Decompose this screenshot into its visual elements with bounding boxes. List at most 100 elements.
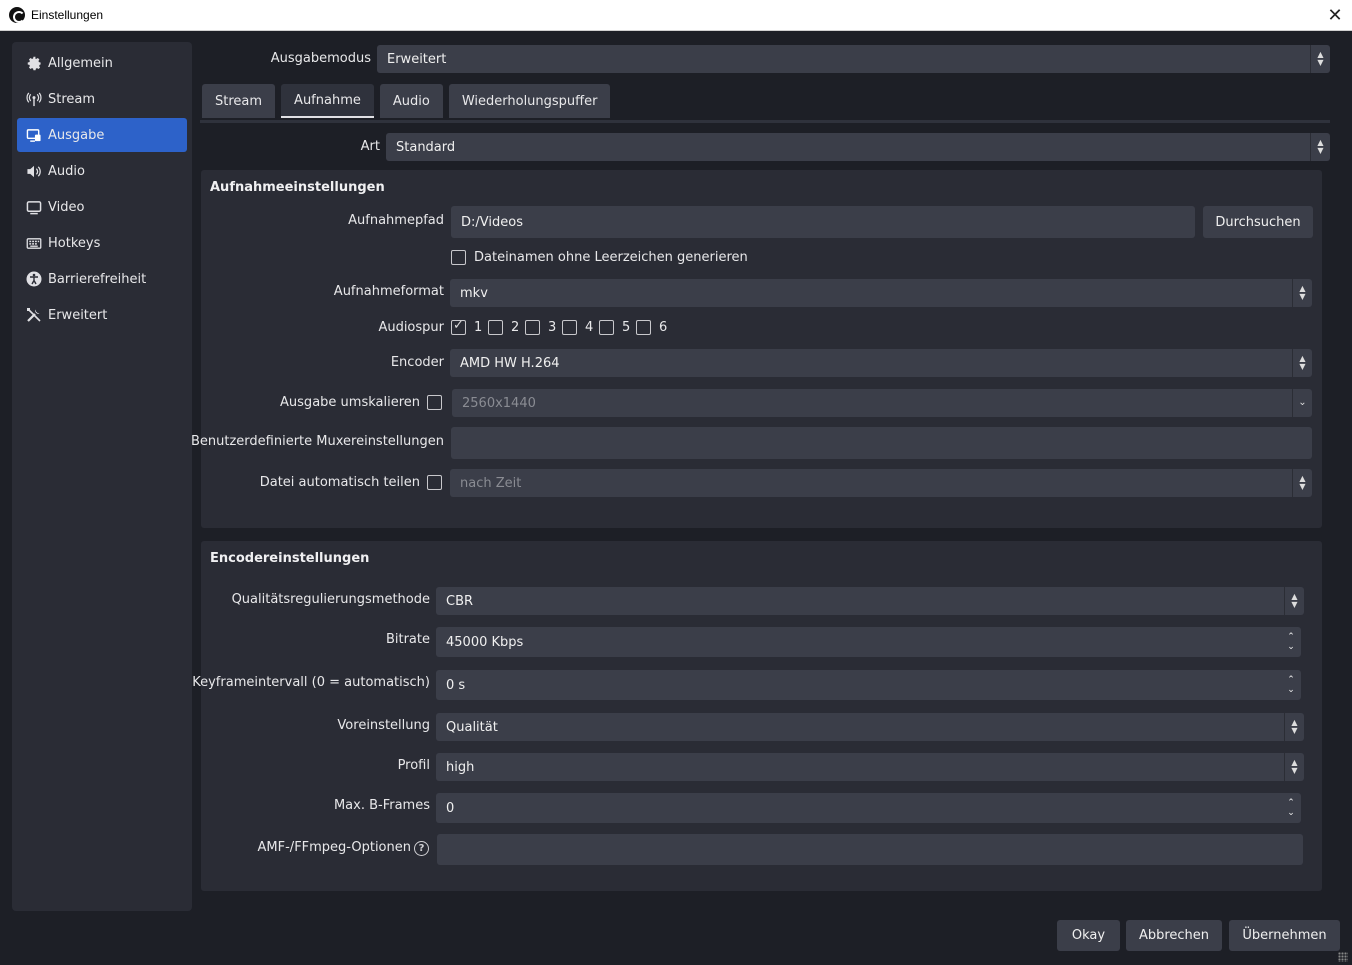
max-bframes-label: Max. B-Frames [333, 798, 430, 813]
resize-grip-icon[interactable] [1338, 952, 1348, 962]
type-select[interactable]: Standard ▲ ▼ [386, 133, 1330, 161]
ok-button[interactable]: Okay [1057, 920, 1120, 951]
close-button[interactable]: ✕ [1318, 0, 1352, 31]
spin-arrows-icon: ▲ ▼ [1292, 469, 1312, 497]
sidebar-item-hotkeys[interactable]: Hotkeys [17, 226, 187, 260]
tab-divider [200, 120, 1330, 123]
sidebar: Allgemein Stream Ausgabe Audio Video Hot… [12, 42, 192, 911]
sidebar-item-stream[interactable]: Stream [17, 82, 187, 116]
recording-path-input[interactable]: D:/Videos [451, 206, 1195, 238]
apply-button-label: Übernehmen [1242, 928, 1327, 943]
auto-split-select[interactable]: nach Zeit ▲ ▼ [450, 469, 1312, 497]
title-bar: Einstellungen ✕ [0, 0, 1352, 31]
rescale-checkbox[interactable] [427, 395, 442, 410]
sidebar-item-ausgabe[interactable]: Ausgabe [17, 118, 187, 152]
rate-control-select[interactable]: CBR ▲ ▼ [436, 587, 1304, 615]
spin-arrows-icon: ▲ ▼ [1292, 349, 1312, 377]
keyframe-interval-spinbox[interactable]: 0 s ⌃ ⌄ [436, 670, 1301, 700]
tab-label: Audio [392, 93, 430, 109]
auto-split-value: nach Zeit [460, 475, 522, 491]
sidebar-item-label: Hotkeys [48, 235, 101, 251]
tab-label: Stream [215, 93, 263, 109]
browse-button-label: Durchsuchen [1215, 214, 1301, 230]
recording-settings-title: Aufnahmeeinstellungen [210, 180, 385, 195]
no-space-filenames-checkbox[interactable] [451, 250, 466, 265]
recording-settings-group: Aufnahmeeinstellungen Aufnahmepfad D:/Vi… [191, 170, 1322, 528]
audio-track-3-label: 3 [548, 320, 557, 335]
audio-track-1-label: 1 [474, 320, 483, 335]
custom-muxer-label: Benutzerdefinierte Muxereinstellungen [190, 434, 444, 449]
bitrate-label: Bitrate [385, 632, 430, 647]
browse-button[interactable]: Durchsuchen [1203, 206, 1313, 238]
output-mode-select[interactable]: Erweitert ▲ ▼ [377, 45, 1330, 73]
obs-logo-icon [9, 7, 25, 23]
sidebar-item-erweitert[interactable]: Erweitert [17, 298, 187, 332]
encoder-select[interactable]: AMD HW H.264 ▲ ▼ [450, 349, 1312, 377]
cancel-button[interactable]: Abbrechen [1126, 920, 1222, 951]
profile-label: Profil [397, 758, 430, 773]
keyboard-icon [26, 235, 42, 251]
auto-split-checkbox[interactable] [427, 475, 442, 490]
settings-content: Ausgabemodus Erweitert ▲ ▼ Stream Aufnahm… [191, 42, 1340, 912]
sidebar-item-barrierefreiheit[interactable]: Barrierefreiheit [17, 262, 187, 296]
encoder-settings-title: Encodereinstellungen [210, 551, 370, 566]
sidebar-item-allgemein[interactable]: Allgemein [17, 46, 187, 80]
tab-audio[interactable]: Audio [379, 84, 443, 118]
preset-value: Qualität [446, 719, 498, 735]
sidebar-item-label: Erweitert [48, 307, 108, 323]
recording-format-select[interactable]: mkv ▲ ▼ [450, 279, 1312, 307]
spin-arrows-icon: ▲ ▼ [1310, 133, 1330, 161]
audio-track-2-label: 2 [511, 320, 520, 335]
sidebar-item-label: Video [48, 199, 85, 215]
spin-arrows-icon: ▲ ▼ [1292, 279, 1312, 307]
keyframe-interval-label: Keyframeintervall (0 = automatisch) [192, 675, 430, 690]
sidebar-item-video[interactable]: Video [17, 190, 187, 224]
preset-select[interactable]: Qualität ▲ ▼ [436, 713, 1304, 741]
rescale-resolution-select[interactable]: 2560x1440 ⌄ [452, 389, 1312, 417]
spin-arrows-icon[interactable]: ⌃ ⌄ [1281, 627, 1301, 657]
close-icon: ✕ [1327, 5, 1343, 26]
rescale-label: Ausgabe umskalieren [280, 395, 420, 410]
sidebar-item-label: Barrierefreiheit [48, 271, 147, 287]
tab-wiederholungspuffer[interactable]: Wiederholungspuffer [448, 84, 611, 118]
accessibility-icon [26, 271, 42, 287]
audio-track-1-checkbox[interactable] [451, 318, 466, 335]
spin-arrows-icon[interactable]: ⌃ ⌄ [1281, 793, 1301, 823]
max-bframes-spinbox[interactable]: 0 ⌃ ⌄ [436, 793, 1301, 823]
amf-options-label: AMF-/FFmpeg-Optionen [257, 840, 411, 855]
type-value: Standard [396, 139, 456, 155]
rate-control-label: Qualitätsregulierungsmethode [231, 592, 430, 607]
recording-format-label: Aufnahmeformat [333, 284, 444, 299]
rate-control-value: CBR [446, 593, 474, 609]
audio-track-5-checkbox[interactable] [599, 320, 614, 335]
audio-track-2-checkbox[interactable] [488, 320, 503, 335]
antenna-icon [26, 91, 42, 107]
audio-track-3-checkbox[interactable] [525, 320, 540, 335]
bitrate-spinbox[interactable]: 45000 Kbps ⌃ ⌄ [436, 627, 1301, 657]
output-icon [26, 127, 42, 143]
audio-track-4-label: 4 [585, 320, 594, 335]
sidebar-item-audio[interactable]: Audio [17, 154, 187, 188]
help-icon[interactable]: ? [414, 841, 429, 856]
type-label: Art [360, 139, 380, 154]
tab-label: Aufnahme [294, 92, 361, 108]
spin-arrows-icon: ▲ ▼ [1284, 753, 1304, 781]
monitor-icon [26, 199, 42, 215]
cancel-button-label: Abbrechen [1138, 928, 1210, 943]
tab-stream[interactable]: Stream [202, 84, 276, 118]
audio-track-5-label: 5 [622, 320, 631, 335]
audio-track-6-label: 6 [659, 320, 668, 335]
tab-aufnahme[interactable]: Aufnahme [281, 84, 374, 118]
output-mode-value: Erweitert [387, 51, 447, 67]
encoder-label: Encoder [390, 355, 444, 370]
custom-muxer-input[interactable] [451, 427, 1312, 459]
amf-options-input[interactable] [437, 834, 1303, 865]
audio-track-6-checkbox[interactable] [636, 320, 651, 335]
spin-arrows-icon[interactable]: ⌃ ⌄ [1281, 670, 1301, 700]
output-tabs: Stream Aufnahme Audio Wiederholungspuffe… [202, 84, 616, 120]
gear-icon [26, 55, 42, 71]
profile-select[interactable]: high ▲ ▼ [436, 753, 1304, 781]
keyframe-interval-value: 0 s [446, 677, 466, 693]
apply-button[interactable]: Übernehmen [1229, 920, 1340, 951]
audio-track-4-checkbox[interactable] [562, 320, 577, 335]
